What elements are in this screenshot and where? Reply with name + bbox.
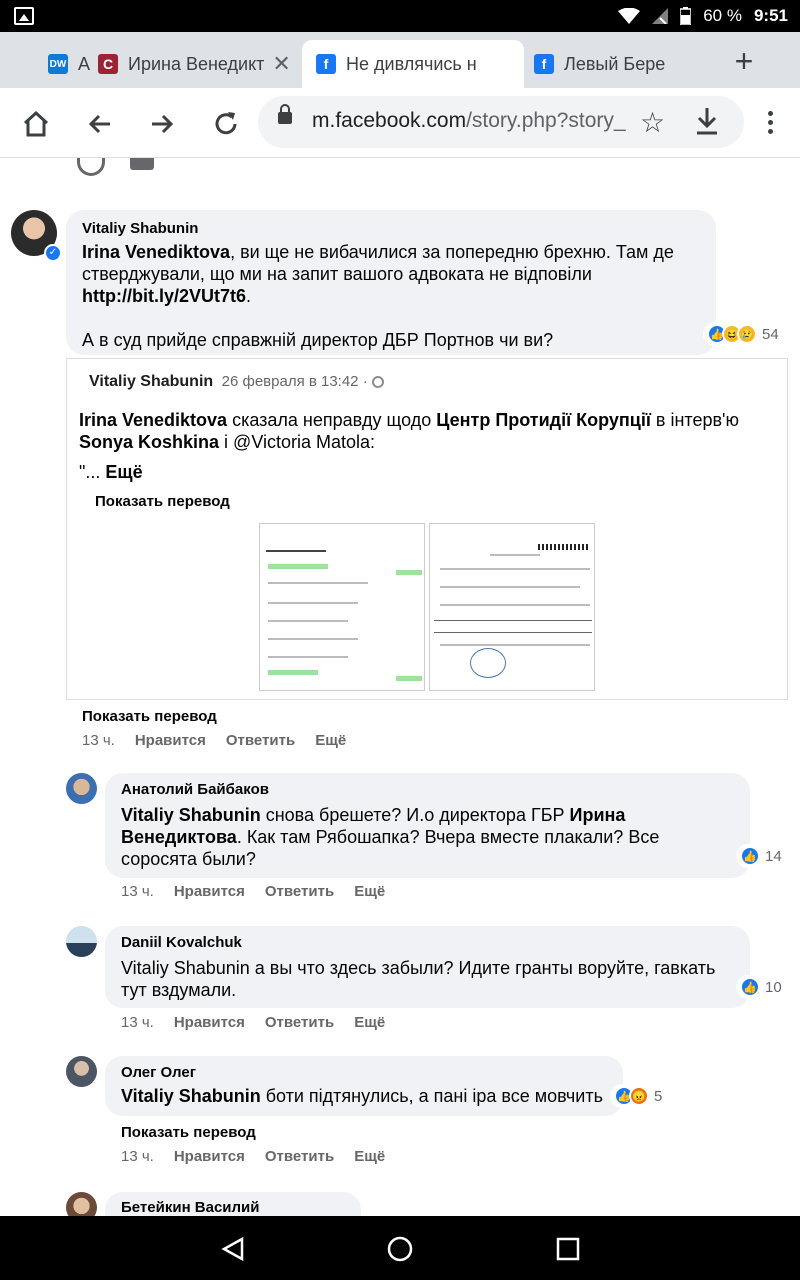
like-button[interactable]: Нравится (174, 883, 245, 900)
reactions-summary[interactable]: 👍 😆 😢 54 (703, 322, 783, 346)
reply-author[interactable]: Daniil Kovalchuk (121, 934, 734, 951)
clock: 9:51 (753, 6, 788, 25)
home-icon[interactable] (20, 108, 52, 140)
mention-link[interactable]: Irina Venediktova (82, 242, 230, 262)
home-circle-icon[interactable] (386, 1235, 414, 1263)
url-text[interactable]: m.facebook.com/story.php?story_ (312, 109, 628, 133)
reply-button[interactable]: Ответить (265, 1148, 334, 1165)
avatar[interactable] (66, 773, 97, 804)
reload-icon[interactable] (210, 108, 242, 140)
recents-square-icon[interactable] (556, 1237, 580, 1261)
tab-strip: DW A C Ирина Венедикт ✕ f Не дивлячись н… (0, 32, 800, 88)
wifi-icon (618, 8, 641, 24)
tab-levy-bereg[interactable]: f Левый Бере (520, 40, 710, 88)
facebook-icon: f (534, 54, 554, 74)
no-signal-icon (652, 8, 669, 24)
reply-bubble: Анатолий Байбаков Vitaliy Shabunin снова… (105, 773, 750, 878)
verified-badge-icon: ✓ (44, 244, 62, 262)
reply-actions: 13 ч. Нравится Ответить Ещё (121, 1148, 386, 1165)
like-button[interactable]: Нравится (174, 1148, 245, 1165)
show-translation-link[interactable]: Показать перевод (95, 493, 230, 510)
reply-text: Vitaliy Shabunin а вы что здесь забыли? … (121, 958, 716, 1000)
reply-actions: 13 ч. Нравится Ответить Ещё (121, 883, 386, 900)
emoji-icon[interactable] (77, 158, 105, 176)
battery-icon (680, 7, 692, 25)
shared-post-date[interactable]: 26 февраля в 13:42 · (222, 373, 368, 390)
address-bar[interactable]: m.facebook.com/story.php?story_ ☆ (258, 96, 744, 148)
s-icon: C (98, 54, 118, 74)
reply-author[interactable]: Анатолий Байбаков (121, 781, 734, 798)
comment-actions: 13 ч. Нравится Ответить Ещё (82, 732, 346, 749)
battery-percent: 60 % (703, 6, 742, 25)
tab-venediktova[interactable]: C Ирина Венедикт ✕ (84, 40, 300, 88)
reply-actions: 13 ч. Нравится Ответить Ещё (121, 1014, 386, 1031)
more-button[interactable]: Ещё (354, 1014, 385, 1031)
avatar[interactable] (66, 926, 97, 957)
reactions-summary[interactable]: 👍 14 (736, 844, 786, 868)
back-triangle-icon[interactable] (220, 1236, 246, 1262)
page-content: ✓ Vitaliy Shabunin Irina Venediktova, ви… (0, 158, 800, 1216)
shared-post-author[interactable]: Vitaliy Shabunin (89, 373, 213, 390)
like-reaction-icon: 👍 (740, 977, 760, 997)
status-bar: 60 % 9:51 (0, 0, 800, 32)
new-tab-button[interactable]: + (726, 44, 762, 80)
comment-author[interactable]: Vitaliy Shabunin (82, 220, 700, 237)
download-icon[interactable] (694, 106, 720, 136)
reply-author[interactable]: Олег Олег (121, 1064, 607, 1081)
star-icon[interactable]: ☆ (640, 106, 665, 139)
menu-icon[interactable] (760, 108, 780, 140)
comment-time[interactable]: 13 ч. (82, 732, 115, 749)
dw-icon: DW (48, 54, 68, 74)
more-button[interactable]: Ещё (354, 883, 385, 900)
reply-button[interactable]: Ответить (226, 732, 295, 749)
document-image-1[interactable] (259, 523, 425, 691)
show-translation-link[interactable]: Показать перевод (121, 1124, 256, 1141)
system-nav-bar (0, 1216, 800, 1280)
facebook-icon: f (316, 54, 336, 74)
shared-post-card[interactable]: Vitaliy Shabunin 26 февраля в 13:42 · Ir… (66, 358, 788, 700)
avatar[interactable] (66, 1056, 97, 1087)
browser-toolbar: m.facebook.com/story.php?story_ ☆ (0, 88, 800, 158)
camera-icon[interactable] (130, 158, 154, 170)
more-button[interactable]: Ещё (315, 732, 346, 749)
reply-author[interactable]: Бетейкин Василий (121, 1199, 345, 1216)
reply-bubble: Олег Олег Vitaliy Shabunin боти підтянул… (105, 1056, 623, 1116)
comment-text: Irina Venediktova, ви ще не вибачилися з… (82, 242, 674, 350)
sad-reaction-icon: 😢 (737, 324, 757, 344)
avatar[interactable] (66, 1192, 97, 1216)
url-link[interactable]: http://bit.ly/2VUt7t6 (82, 286, 246, 306)
reply-bubble: Бетейкин Василий (105, 1192, 361, 1216)
see-more-link[interactable]: Ещё (105, 462, 142, 482)
reply-text: Vitaliy Shabunin снова брешете? И.о дире… (121, 805, 660, 869)
forward-arrow-icon[interactable] (146, 108, 178, 140)
close-icon[interactable]: ✕ (272, 51, 290, 77)
document-image-2[interactable] (429, 523, 595, 691)
comment-bubble: Vitaliy Shabunin Irina Venediktova, ви щ… (66, 210, 716, 355)
angry-reaction-icon: 😠 (629, 1086, 649, 1106)
shared-post-text: Irina Venediktova сказала неправду щодо … (79, 410, 739, 482)
like-button[interactable]: Нравится (174, 1014, 245, 1031)
reactions-summary[interactable]: 👍 😠 5 (610, 1084, 667, 1108)
stamp-icon (470, 648, 506, 678)
back-arrow-icon[interactable] (84, 108, 116, 140)
show-translation-link[interactable]: Показать перевод (82, 708, 217, 725)
reply-text: Vitaliy Shabunin боти підтянулись, а пан… (121, 1086, 603, 1106)
like-reaction-icon: 👍 (740, 846, 760, 866)
lock-icon (278, 104, 292, 124)
globe-icon (372, 375, 385, 388)
shared-post-header: Vitaliy Shabunin 26 февраля в 13:42 · (89, 373, 385, 391)
reply-button[interactable]: Ответить (265, 883, 334, 900)
like-button[interactable]: Нравится (135, 732, 206, 749)
reactions-summary[interactable]: 👍 10 (736, 975, 786, 999)
reply-button[interactable]: Ответить (265, 1014, 334, 1031)
image-notification-icon (14, 7, 34, 25)
tab-active-facebook[interactable]: f Не дивлячись н (302, 40, 524, 88)
reply-bubble: Daniil Kovalchuk Vitaliy Shabunin а вы ч… (105, 926, 750, 1008)
more-button[interactable]: Ещё (354, 1148, 385, 1165)
